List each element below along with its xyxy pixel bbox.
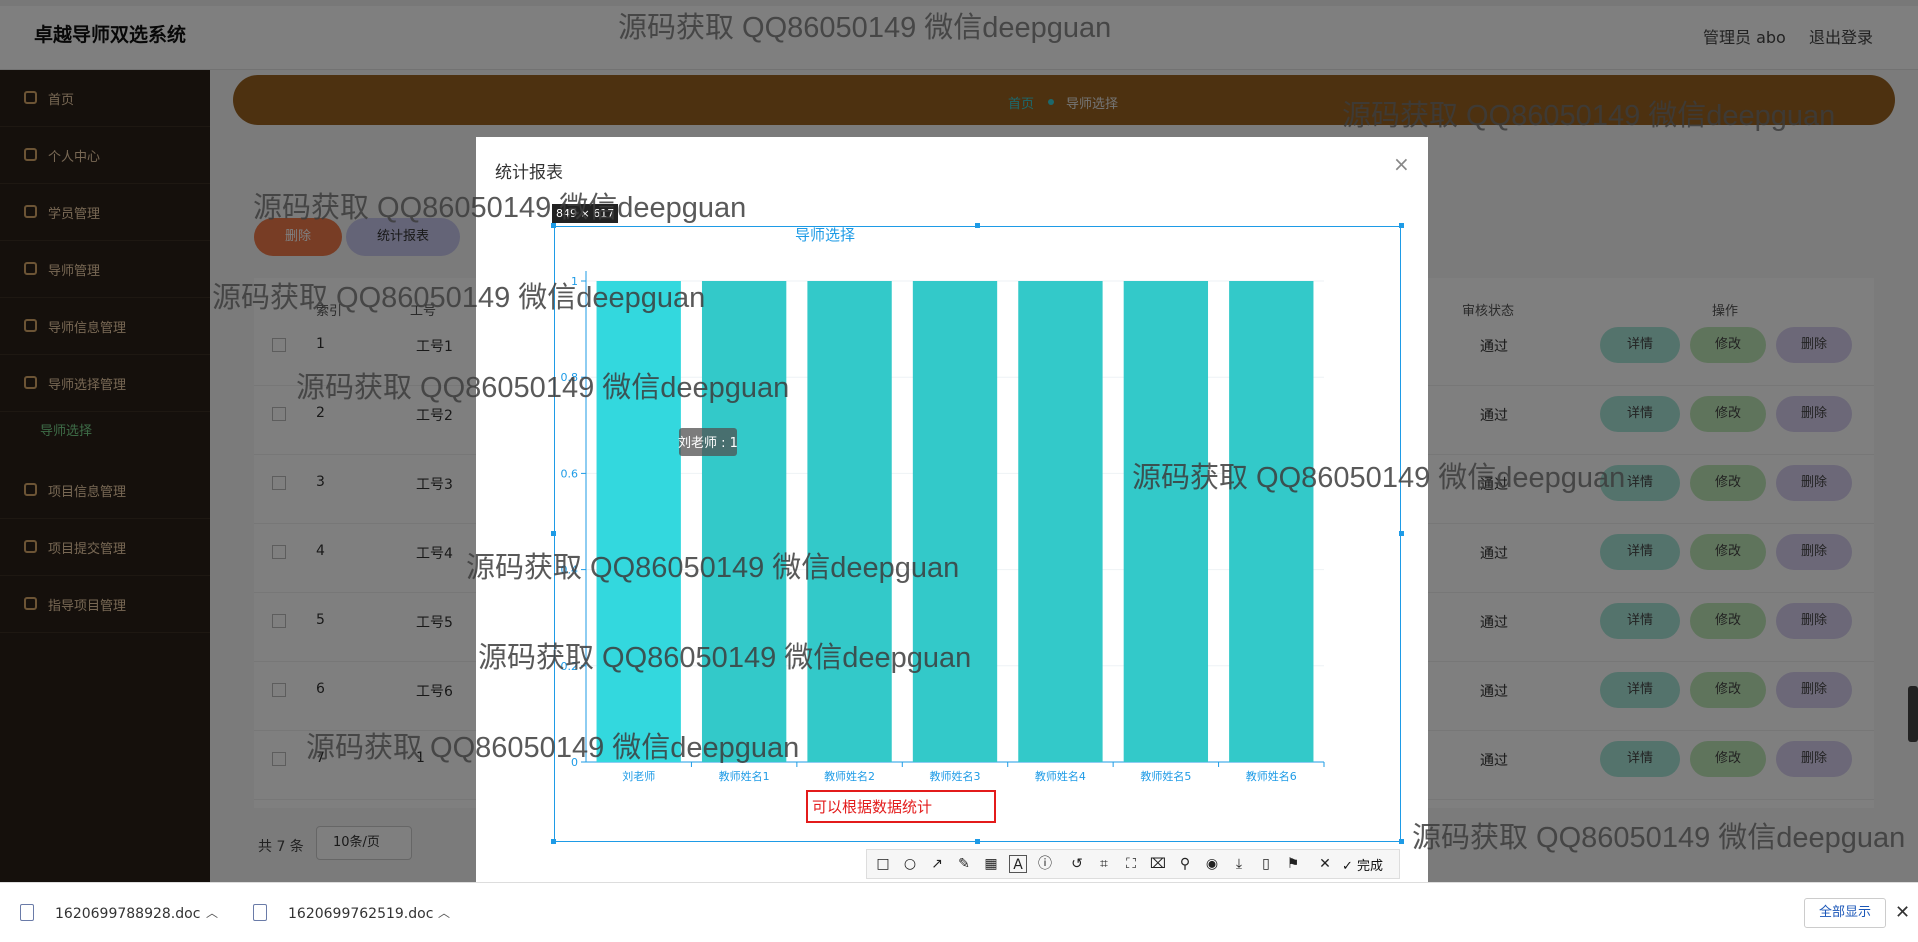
y-tick-label: 0.8	[561, 371, 579, 384]
x-tick-label: 教师姓名4	[1035, 769, 1086, 783]
resize-handle[interactable]	[551, 531, 556, 536]
close-icon[interactable]: ✕	[1316, 855, 1334, 873]
x-tick-label: 教师姓名2	[824, 769, 875, 783]
show-all-button[interactable]: 全部显示	[1804, 898, 1886, 928]
chart-title: 导师选择	[795, 226, 855, 244]
bar-3	[912, 281, 998, 762]
bar-0	[596, 281, 681, 762]
undo-icon[interactable]: ↺	[1068, 855, 1086, 873]
rect-icon[interactable]: □	[874, 855, 892, 873]
save-icon[interactable]: ⤓	[1230, 855, 1248, 873]
doc-icon	[20, 904, 34, 921]
bar-5	[1123, 281, 1209, 762]
resize-handle[interactable]	[551, 839, 556, 844]
download-item[interactable]: 1620699788928.doc	[55, 906, 200, 922]
ocr-icon[interactable]: ⌧	[1149, 855, 1167, 873]
serial-icon[interactable]: ⓘ	[1036, 855, 1054, 873]
arrow-icon[interactable]: ↗	[928, 855, 946, 873]
close-icon[interactable]: ✕	[1895, 902, 1910, 923]
x-tick-label: 教师姓名5	[1140, 769, 1191, 783]
y-tick-label: 0.2	[561, 660, 579, 673]
y-tick-label: 1	[571, 275, 578, 288]
record-icon[interactable]: ◉	[1203, 855, 1221, 873]
x-tick-label: 教师姓名6	[1246, 769, 1297, 783]
bar-4	[1018, 281, 1103, 762]
pen-icon[interactable]: ✎	[955, 855, 973, 873]
text-icon[interactable]: A	[1009, 855, 1027, 873]
doc-icon	[253, 904, 267, 921]
bar-chart: 导师选择 0 0.2 0.4 0.6 0.8 1 刘老师 教师姓名1 教师姓名2 教师姓名3 教师姓名…	[561, 226, 1325, 783]
resize-handle[interactable]	[975, 839, 980, 844]
modal-title: 统计报表	[495, 163, 563, 183]
chevron-up-icon[interactable]: ︿	[438, 904, 450, 921]
y-tick-label: 0.4	[561, 564, 579, 577]
crop-icon[interactable]: ⌗	[1095, 855, 1113, 873]
bar-6	[1229, 281, 1314, 762]
pin-icon[interactable]: ⚲	[1176, 855, 1194, 873]
bar-2	[807, 281, 892, 762]
y-tick-label: 0.6	[561, 467, 579, 480]
mosaic-icon[interactable]: ▦	[982, 855, 1000, 873]
x-tick-label: 教师姓名1	[719, 769, 770, 783]
resize-handle[interactable]	[975, 223, 980, 228]
y-tick-label: 0	[571, 756, 578, 769]
resize-handle[interactable]	[1399, 839, 1404, 844]
done-button[interactable]: ✓ 完成	[1342, 855, 1383, 874]
phone-icon[interactable]: ▯	[1257, 855, 1275, 873]
translate-icon[interactable]: ⛶	[1122, 855, 1140, 873]
done-label: 完成	[1357, 859, 1384, 874]
chevron-up-icon[interactable]: ︿	[206, 904, 218, 921]
modal-close-button[interactable]: ×	[1393, 152, 1410, 176]
download-item[interactable]: 1620699762519.doc	[288, 906, 433, 922]
capture-size-label: 849 × 617	[552, 204, 619, 223]
x-tick-label: 刘老师	[622, 770, 655, 783]
resize-handle[interactable]	[1399, 223, 1404, 228]
x-tick-label: 教师姓名3	[930, 769, 981, 783]
bar-1	[701, 281, 787, 762]
scrollbar-thumb[interactable]	[1908, 686, 1918, 742]
tooltip-text: 刘老师 : 1	[678, 436, 738, 451]
text-annotation[interactable]: 可以根据数据统计	[812, 796, 932, 817]
resize-handle[interactable]	[1399, 531, 1404, 536]
resize-handle[interactable]	[551, 223, 556, 228]
circle-icon[interactable]: ○	[901, 855, 919, 873]
bookmark-icon[interactable]: ⚑	[1284, 855, 1302, 873]
